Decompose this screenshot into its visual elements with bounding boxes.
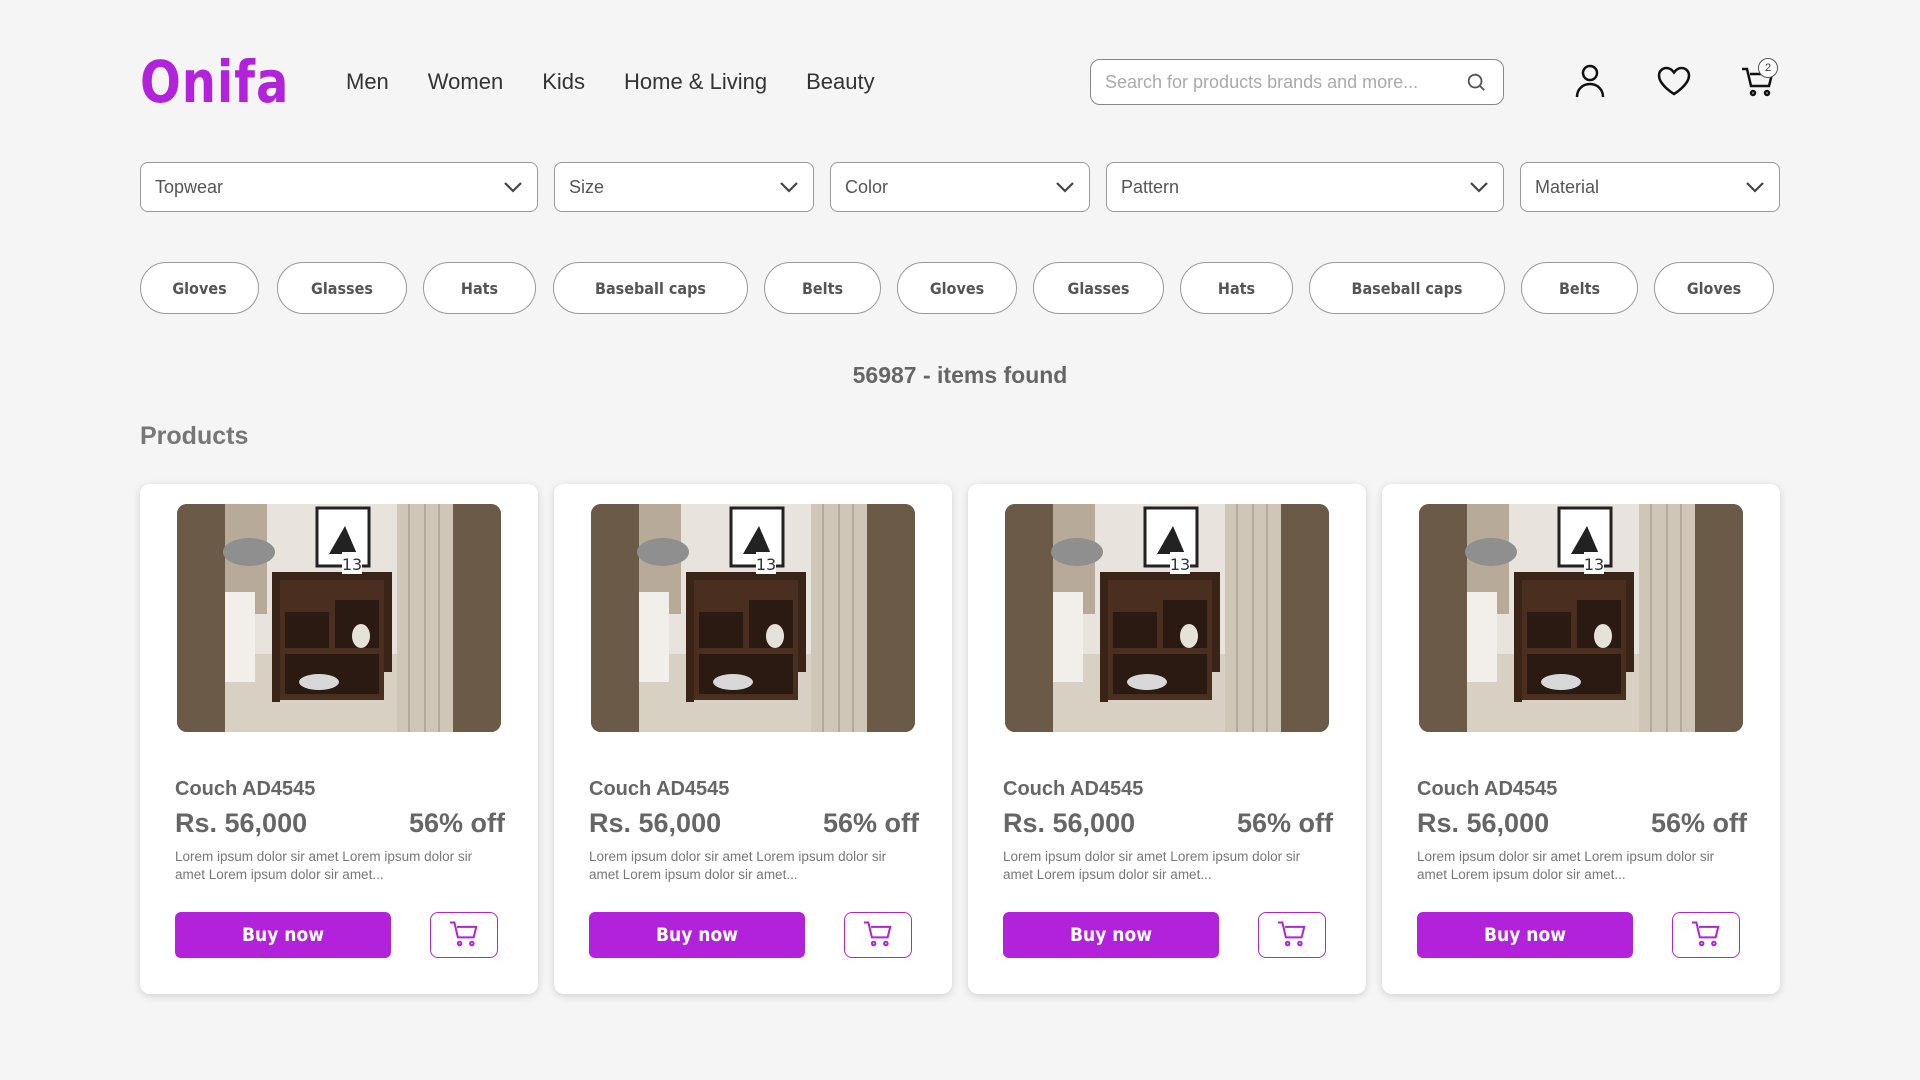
filter-material[interactable]: Material [1520,162,1780,212]
product-price: Rs. 56,000 [1003,808,1136,838]
product-image[interactable]: 13 [1419,504,1743,732]
buy-now-button[interactable]: Buy now [589,912,805,958]
cart-icon [1691,919,1721,952]
cart-icon [449,919,479,952]
filter-color[interactable]: Color [830,162,1090,212]
product-card[interactable]: 13 Couch AD4545 Rs. 56,000 56% off Lorem… [140,484,538,994]
product-description: Lorem ipsum dolor sir amet Lorem ipsum d… [1003,849,1301,882]
image-tag: 13 [1170,555,1190,574]
buy-now-button[interactable]: Buy now [175,912,391,958]
section-title: Products [140,422,249,450]
add-to-cart-button[interactable] [1258,912,1326,958]
product-description: Lorem ipsum dolor sir amet Lorem ipsum d… [175,849,473,882]
chevron-down-icon [503,177,523,198]
product-price: Rs. 56,000 [1417,808,1550,838]
filter-label: Topwear [155,176,224,197]
chevron-down-icon [1055,177,1075,198]
filter-pattern[interactable]: Pattern [1106,162,1504,212]
chip-baseball-caps[interactable]: Baseball caps [1309,262,1505,314]
product-card[interactable]: 13 Couch AD4545 Rs. 56,000 56% off Lorem… [1382,484,1780,994]
filter-size[interactable]: Size [554,162,814,212]
chevron-down-icon [1745,177,1765,198]
chip-glasses[interactable]: Glasses [277,262,407,314]
filter-label: Size [569,176,605,197]
product-image[interactable]: 13 [177,504,501,732]
heart-icon[interactable] [1654,58,1694,104]
image-tag: 13 [756,555,776,574]
image-tag: 13 [342,555,362,574]
cart-icon[interactable]: 2 [1738,58,1778,104]
filter-topwear[interactable]: Topwear [140,162,538,212]
nav-item-women[interactable]: Women [428,69,503,95]
nav-item-beauty[interactable]: Beauty [806,69,875,95]
chip-belts[interactable]: Belts [764,262,881,314]
image-tag: 13 [1584,555,1604,574]
cart-count-badge: 2 [1758,58,1778,78]
product-price: Rs. 56,000 [589,808,722,838]
filter-label: Pattern [1121,176,1180,197]
search-box [1090,59,1504,105]
user-icon[interactable] [1570,58,1610,104]
chip-hats[interactable]: Hats [1180,262,1293,314]
filter-label: Material [1535,176,1600,197]
chip-gloves[interactable]: Gloves [897,262,1017,314]
chip-baseball-caps[interactable]: Baseball caps [553,262,748,314]
buy-now-button[interactable]: Buy now [1417,912,1633,958]
product-price: Rs. 56,000 [175,808,308,838]
filter-label: Color [845,176,889,197]
product-name: Couch AD4545 [589,778,730,800]
results-count: 56987 - items found [852,362,1068,388]
main-nav: Men Women Kids Home & Living Beauty [346,69,875,95]
add-to-cart-button[interactable] [1672,912,1740,958]
product-card[interactable]: 13 Couch AD4545 Rs. 56,000 56% off Lorem… [554,484,952,994]
product-name: Couch AD4545 [1003,778,1144,800]
add-to-cart-button[interactable] [430,912,498,958]
product-discount: 56% off [1236,808,1333,838]
chip-gloves[interactable]: Gloves [140,262,259,314]
chip-hats[interactable]: Hats [423,262,536,314]
chip-glasses[interactable]: Glasses [1033,262,1164,314]
product-image[interactable]: 13 [1005,504,1329,732]
site-header: Onifa Men Women Kids Home & Living Beaut… [140,48,1780,116]
product-name: Couch AD4545 [175,778,316,800]
cart-icon [1277,919,1307,952]
product-card[interactable]: 13 Couch AD4545 Rs. 56,000 56% off Lorem… [968,484,1366,994]
nav-item-kids[interactable]: Kids [542,69,585,95]
add-to-cart-button[interactable] [844,912,912,958]
buy-now-button[interactable]: Buy now [1003,912,1219,958]
product-description: Lorem ipsum dolor sir amet Lorem ipsum d… [1417,849,1715,882]
product-description: Lorem ipsum dolor sir amet Lorem ipsum d… [589,849,887,882]
product-discount: 56% off [1650,808,1747,838]
nav-item-home-living[interactable]: Home & Living [624,69,767,95]
product-image[interactable]: 13 [591,504,915,732]
product-discount: 56% off [822,808,919,838]
chip-gloves[interactable]: Gloves [1654,262,1774,314]
product-name: Couch AD4545 [1417,778,1558,800]
chevron-down-icon [779,177,799,198]
nav-item-men[interactable]: Men [346,69,389,95]
header-icons: 2 [1570,58,1778,104]
chevron-down-icon [1469,177,1489,198]
search-icon[interactable] [1463,69,1489,95]
cart-icon [863,919,893,952]
product-discount: 56% off [408,808,505,838]
brand-logo[interactable]: Onifa [140,48,330,116]
search-input[interactable] [1105,71,1463,93]
chip-belts[interactable]: Belts [1521,262,1638,314]
